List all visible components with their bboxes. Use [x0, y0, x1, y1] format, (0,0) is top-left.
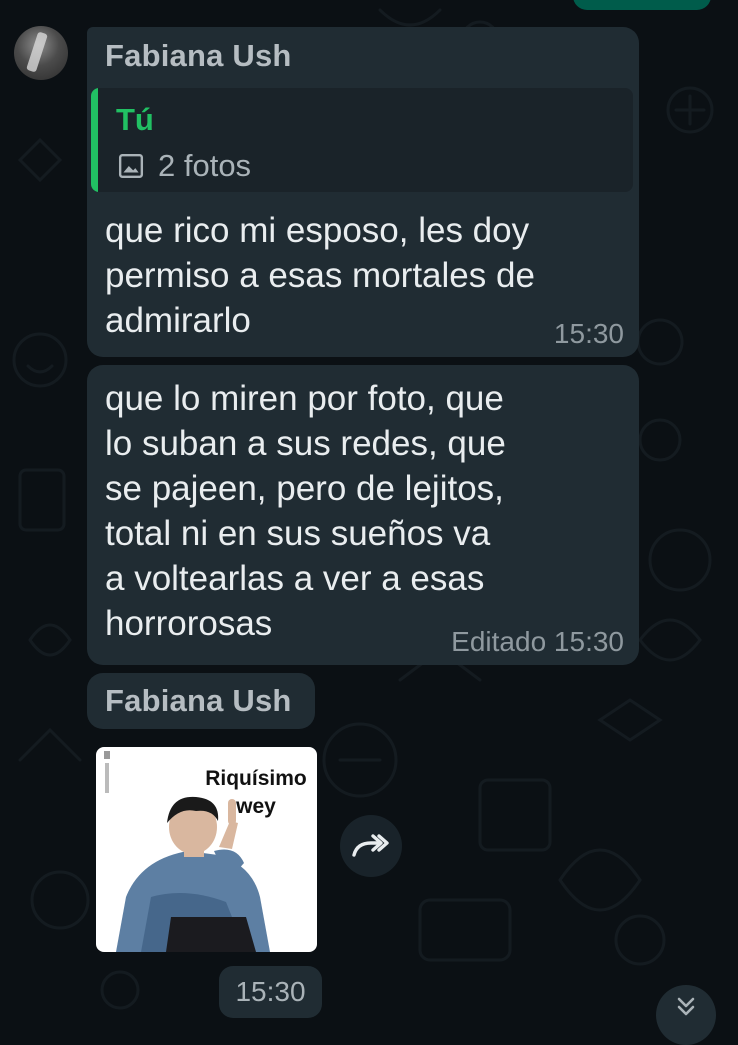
message-time: 15:30 [553, 318, 624, 349]
message-time: 15:30 [553, 626, 624, 657]
forward-button[interactable] [340, 815, 402, 877]
contact-avatar[interactable] [14, 26, 68, 80]
photo-icon [118, 153, 144, 179]
quote-body: 2 fotos [118, 148, 251, 184]
message-text: que rico mi esposo, les doy permiso a es… [105, 211, 535, 340]
forward-icon [352, 834, 389, 857]
sender-name: Fabiana Ush [105, 38, 292, 73]
scroll-to-bottom-button[interactable] [656, 985, 716, 1045]
sticker-caption: Riquísimo wey [205, 767, 307, 818]
sender-name: Fabiana Ush [105, 683, 292, 718]
message-text: que lo miren por foto, que lo suban a su… [105, 379, 506, 643]
quote-accent-bar [91, 88, 98, 192]
quote-author: Tú [116, 102, 154, 137]
message-meta: Editado 15:30 [451, 626, 624, 658]
edited-label: Editado [451, 626, 547, 657]
quote-text: 2 fotos [158, 148, 252, 183]
sticker-time: 15:30 [219, 966, 322, 1018]
quoted-reply[interactable]: Tú 2 fotos [91, 88, 633, 192]
sticker[interactable]: Riquísimo wey [96, 747, 317, 952]
double-chevron-down-icon [677, 997, 695, 1016]
previous-outgoing-bubble [573, 0, 711, 10]
